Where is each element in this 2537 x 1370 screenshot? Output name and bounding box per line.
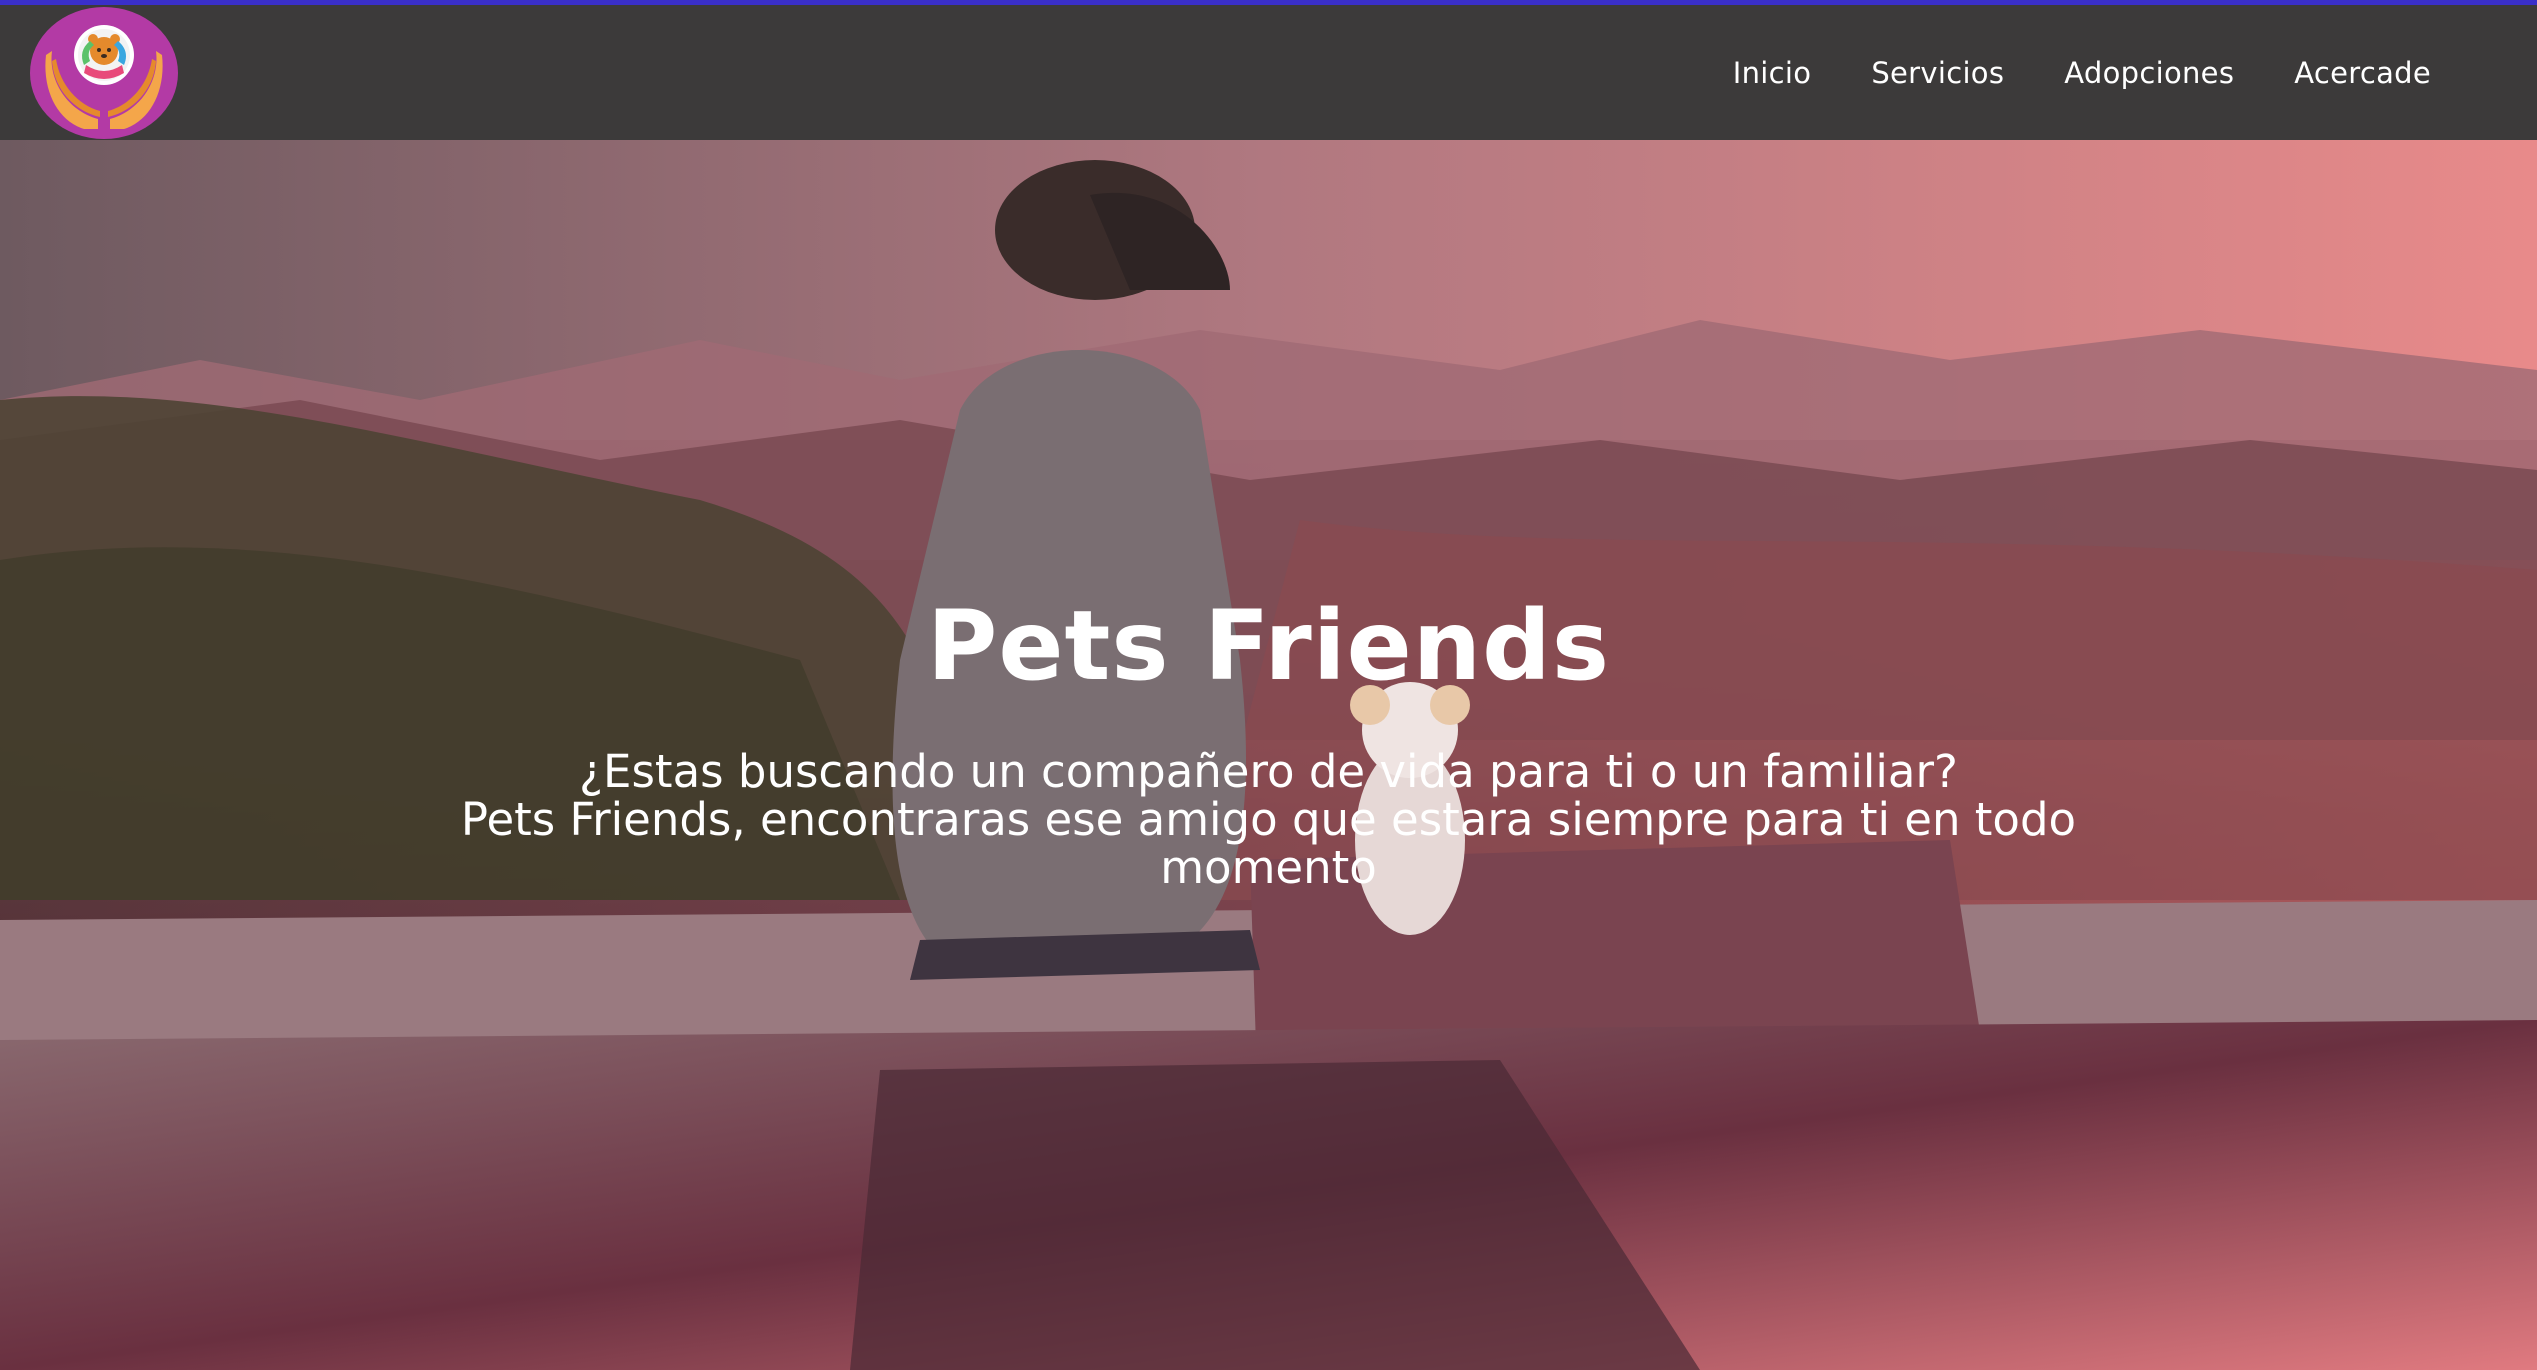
nav-link-acercade[interactable]: Acercade: [2294, 56, 2431, 90]
hands-holding-pet-icon: [45, 25, 163, 129]
hero-line-1: ¿Estas buscando un compañero de vida par…: [579, 745, 1958, 798]
site-logo[interactable]: [30, 7, 178, 139]
hero-brand-name: Pets Friends,: [460, 793, 746, 846]
nav-link-inicio[interactable]: Inicio: [1733, 56, 1812, 90]
hero-line-2-rest: encontraras ese amigo que estara siempre…: [745, 793, 2077, 894]
hero-description: ¿Estas buscando un compañero de vida par…: [440, 748, 2097, 892]
hero-banner: Pets Friends ¿Estas buscando un compañer…: [0, 140, 2537, 1370]
navbar: Inicio Servicios Adopciones Acercade: [0, 5, 2537, 140]
nav-link-adopciones[interactable]: Adopciones: [2064, 56, 2234, 90]
hero-line-2: Pets Friends, encontraras ese amigo que …: [440, 796, 2097, 892]
main-nav: Inicio Servicios Adopciones Acercade: [1733, 5, 2431, 140]
nav-link-servicios[interactable]: Servicios: [1871, 56, 2004, 90]
hero-title: Pets Friends: [927, 590, 1610, 702]
